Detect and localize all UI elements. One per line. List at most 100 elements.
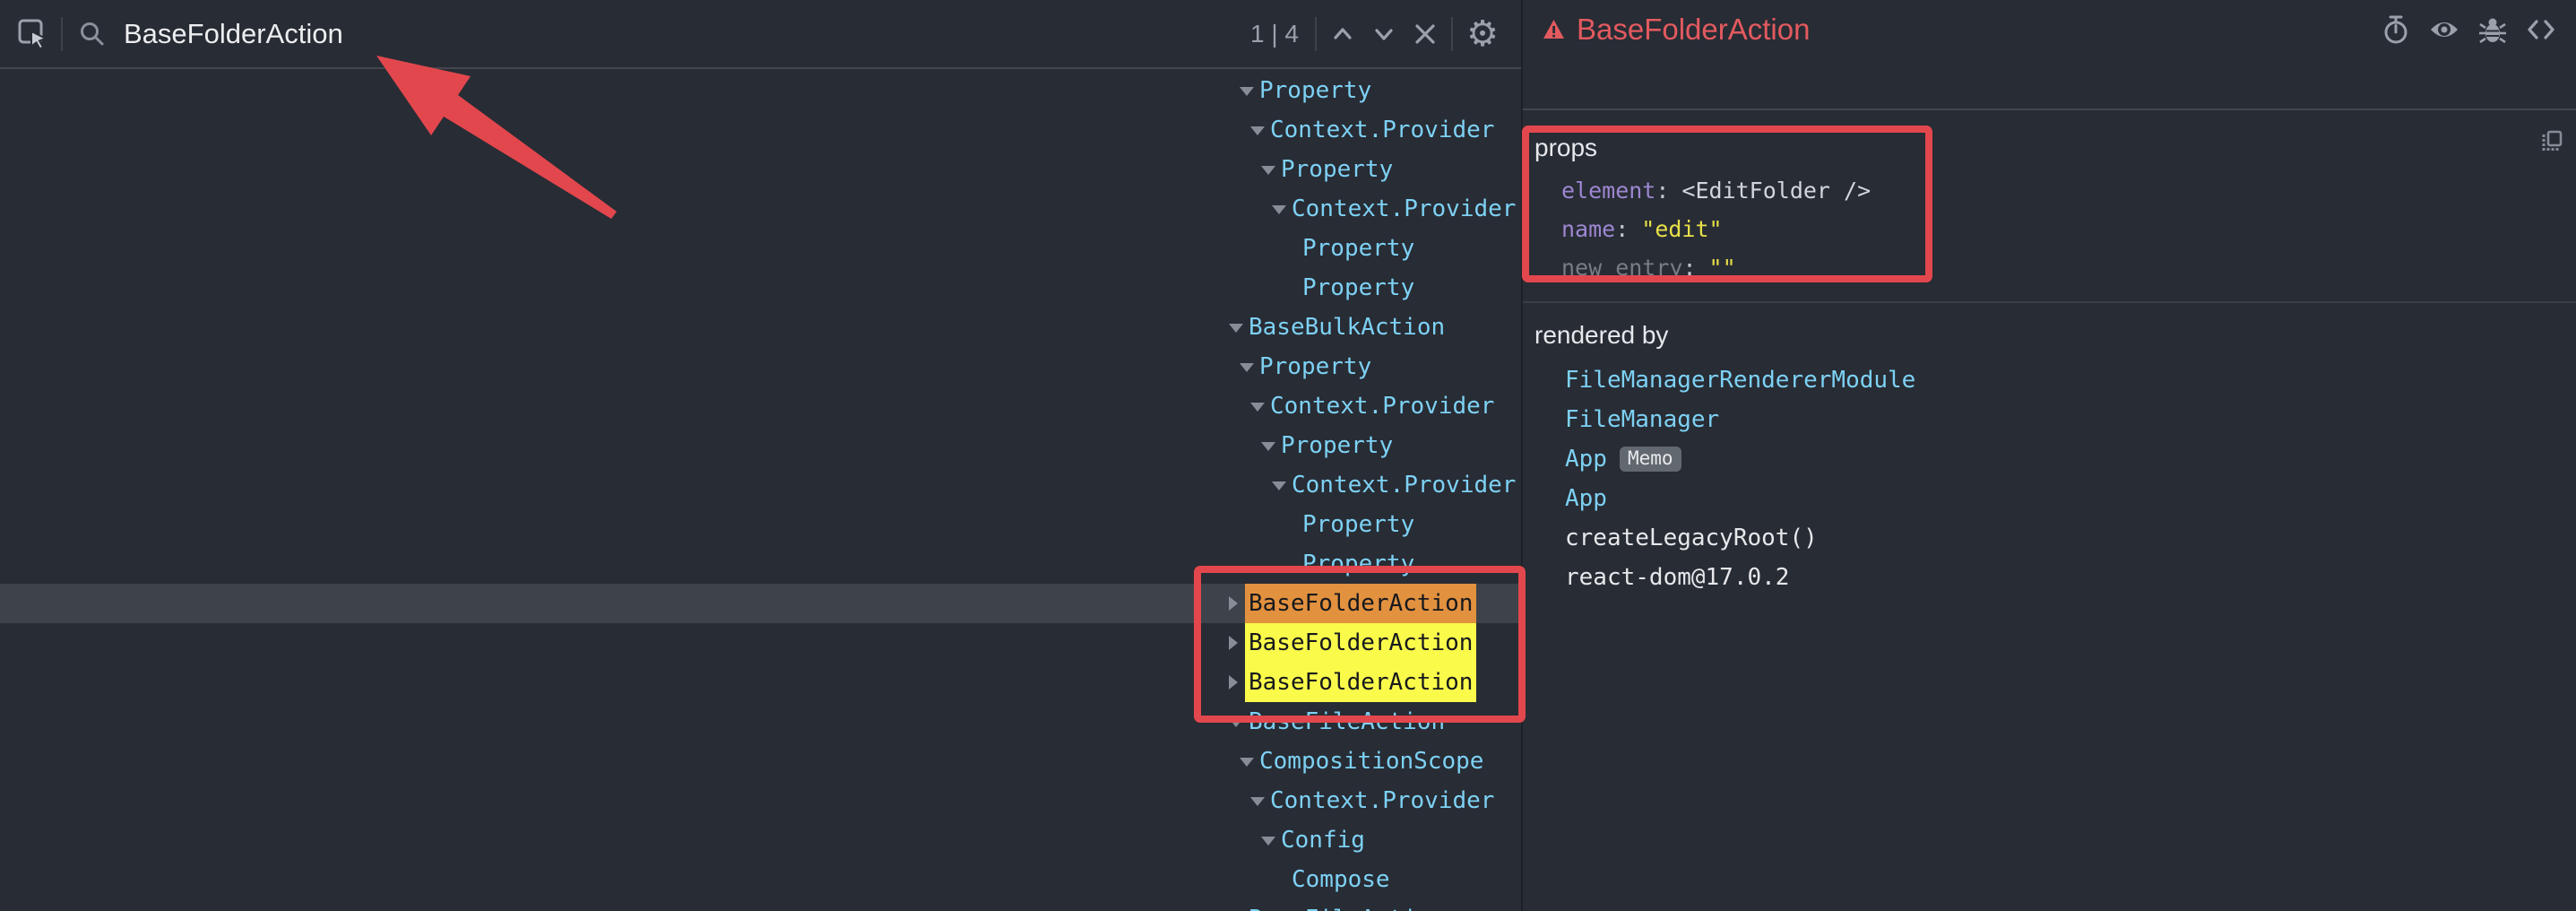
component-name: Property — [1302, 505, 1414, 544]
tree-row-property[interactable]: Property — [0, 150, 1521, 189]
search-icon — [79, 21, 106, 48]
tree-row-basefolderaction[interactable]: BaseFolderAction — [0, 584, 1521, 623]
owner-component-name: FileManagerRendererModule — [1565, 367, 1915, 394]
settings-button[interactable]: ⚙ — [1462, 13, 1503, 55]
component-name: Property — [1302, 268, 1414, 308]
prop-row-new-entry: new entry:"" — [1561, 248, 2576, 287]
owner-root-label: createLegacyRoot() — [1565, 525, 1818, 551]
expand-arrow-icon[interactable] — [1229, 596, 1238, 611]
clear-search-button[interactable] — [1405, 13, 1446, 55]
tree-row-basefolderaction[interactable]: BaseFolderAction — [0, 623, 1521, 663]
tree-row-context-provider[interactable]: Context.Provider — [0, 110, 1521, 150]
collapse-arrow-icon[interactable] — [1261, 166, 1275, 175]
suspend-toggle-button[interactable] — [2381, 14, 2411, 45]
collapse-arrow-icon[interactable] — [1272, 482, 1286, 490]
tree-row-property[interactable]: Property — [0, 426, 1521, 465]
props-rows: element:<EditFolder />name:"edit"new ent… — [1523, 171, 2576, 287]
component-name: Property — [1259, 347, 1371, 386]
tree-row-context-provider[interactable]: Context.Provider — [0, 189, 1521, 229]
toolbar-divider — [1315, 17, 1317, 51]
tree-row-context-provider[interactable]: Context.Provider — [0, 386, 1521, 426]
tree-row-property[interactable]: Property — [0, 229, 1521, 268]
owner-component-name: FileManager — [1565, 406, 1719, 433]
collapse-arrow-icon[interactable] — [1272, 205, 1286, 214]
rendered-by-title: rendered by — [1534, 321, 2576, 350]
expand-arrow-icon[interactable] — [1229, 636, 1238, 650]
copy-props-button[interactable] — [2537, 126, 2567, 157]
rendered-by-list: FileManagerRendererModule FileManager App M… — [1523, 360, 2576, 597]
rendered-by-item[interactable]: createLegacyRoot() — [1565, 518, 2576, 558]
tree-row-context-provider[interactable]: Context.Provider — [0, 465, 1521, 505]
rendered-by-item[interactable]: App — [1565, 479, 2576, 518]
component-name: Property — [1302, 544, 1414, 584]
component-name: Context.Provider — [1270, 781, 1494, 820]
component-tree: PropertyContext.ProviderPropertyContext.… — [0, 71, 1521, 911]
tree-row-basefileaction[interactable]: BaseFileAction — [0, 702, 1521, 742]
collapse-arrow-icon[interactable] — [1250, 797, 1265, 806]
collapse-arrow-icon[interactable] — [1250, 126, 1265, 135]
bug-icon — [2479, 15, 2506, 44]
rendered-by-item[interactable]: FileManager — [1565, 400, 2576, 439]
owner-component-name: App — [1565, 446, 1607, 473]
rendered-by-section: rendered by FileManagerRendererModuleFil… — [1523, 303, 2576, 597]
previous-match-button[interactable] — [1322, 13, 1363, 55]
selected-component-title: BaseFolderAction — [1577, 13, 1810, 47]
collapse-arrow-icon[interactable] — [1240, 758, 1254, 767]
collapse-arrow-icon[interactable] — [1261, 442, 1275, 451]
tree-row-compositionscope[interactable]: CompositionScope — [0, 742, 1521, 781]
search-input[interactable] — [122, 17, 1243, 51]
rendered-by-item[interactable]: App Memo — [1565, 439, 2576, 479]
next-match-button[interactable] — [1363, 13, 1405, 55]
component-name: Property — [1281, 426, 1393, 465]
toolbar-divider — [61, 17, 63, 51]
component-name: Property — [1281, 150, 1393, 189]
react-devtools-components-view: 1 | 4 ⚙ Propert — [0, 0, 2576, 911]
rendered-by-item[interactable]: react-dom@17.0.2 — [1565, 558, 2576, 597]
inspect-element-button[interactable] — [13, 13, 54, 55]
view-source-button[interactable] — [2526, 14, 2556, 45]
memo-badge: Memo — [1620, 447, 1681, 472]
inspector-panel: BaseFolderAction — [1521, 0, 2576, 911]
inspect-dom-button[interactable] — [2429, 14, 2459, 45]
gear-icon: ⚙ — [1466, 16, 1499, 52]
props-section: props element:<EditFolder />name:"edit"n… — [1523, 110, 2576, 303]
component-name: Compose — [1292, 860, 1390, 899]
stopwatch-icon — [2382, 15, 2409, 44]
tree-row-config[interactable]: Config — [0, 820, 1521, 860]
collapse-arrow-icon[interactable] — [1240, 363, 1254, 372]
tree-row-property[interactable]: Property — [0, 544, 1521, 584]
component-name: Property — [1302, 229, 1414, 268]
collapse-arrow-icon[interactable] — [1261, 837, 1275, 846]
code-brackets-icon — [2527, 18, 2555, 41]
inspect-element-icon — [17, 18, 49, 50]
tree-row-context-provider[interactable]: Context.Provider — [0, 781, 1521, 820]
tree-row-property[interactable]: Property — [0, 347, 1521, 386]
prop-value[interactable]: <EditFolder /> — [1681, 178, 1871, 204]
prop-value[interactable]: "edit" — [1641, 216, 1722, 242]
copy-icon — [2540, 130, 2563, 153]
collapse-arrow-icon[interactable] — [1250, 403, 1265, 412]
tree-row-property[interactable]: Property — [0, 268, 1521, 308]
collapse-arrow-icon[interactable] — [1240, 87, 1254, 96]
tree-row-property[interactable]: Property — [0, 71, 1521, 110]
prop-name: element — [1561, 178, 1655, 204]
collapse-arrow-icon[interactable] — [1229, 324, 1243, 333]
tree-row-basefolderaction[interactable]: BaseFolderAction — [0, 663, 1521, 702]
props-section-title: props — [1534, 134, 2576, 162]
component-name: BaseFolderAction — [1245, 623, 1476, 663]
tree-row-basefileaction[interactable]: BaseFileAction — [0, 899, 1521, 911]
tree-row-property[interactable]: Property — [0, 505, 1521, 544]
prop-colon: : — [1682, 255, 1696, 281]
collapse-arrow-icon[interactable] — [1229, 718, 1243, 727]
log-to-console-button[interactable] — [2477, 14, 2508, 45]
prop-value[interactable]: "" — [1709, 255, 1736, 281]
component-name: BaseFolderAction — [1245, 584, 1476, 623]
tree-row-compose[interactable]: Compose — [0, 860, 1521, 899]
owner-root-label: react-dom@17.0.2 — [1565, 564, 1789, 591]
toolbar-divider — [1451, 17, 1453, 51]
component-name: Context.Provider — [1270, 110, 1494, 150]
components-tree-panel: 1 | 4 ⚙ Propert — [0, 0, 1521, 911]
rendered-by-item[interactable]: FileManagerRendererModule — [1565, 360, 2576, 400]
tree-row-basebulkaction[interactable]: BaseBulkAction — [0, 308, 1521, 347]
expand-arrow-icon[interactable] — [1229, 675, 1238, 690]
